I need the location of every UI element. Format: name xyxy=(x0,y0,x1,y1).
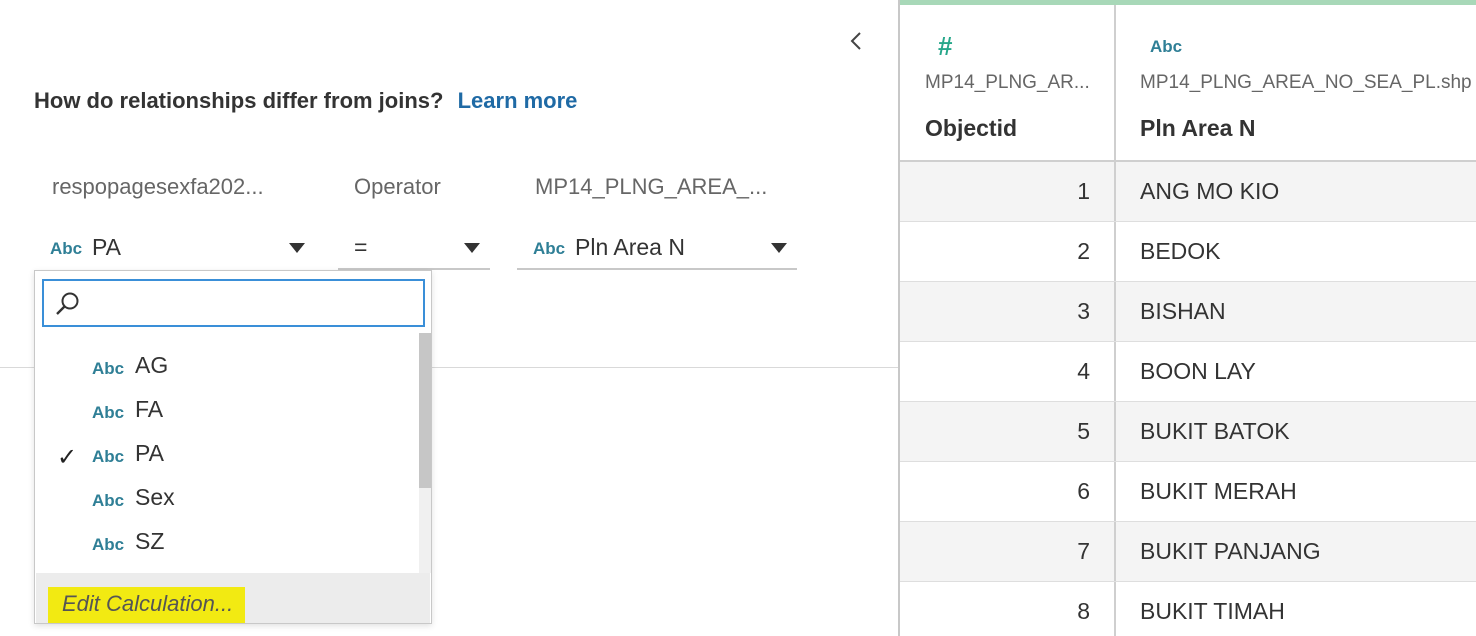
field-item-ag[interactable]: Abc AG xyxy=(35,345,420,389)
data-grid: # MP14_PLNG_AR... Objectid Abc MP14_PLNG… xyxy=(898,0,1476,636)
left-table-header: respopagesexfa202... xyxy=(52,174,264,199)
objectid-cell: 4 xyxy=(1077,358,1090,384)
edit-calculation-button[interactable]: Edit Calculation... xyxy=(48,587,246,623)
field-item-label: FA xyxy=(135,396,164,422)
left-field-value: PA xyxy=(92,234,121,260)
field-item-label: SZ xyxy=(135,528,165,554)
column-field-name: Objectid xyxy=(925,115,1018,141)
caret-down-icon xyxy=(771,243,787,253)
pln-area-cell: BEDOK xyxy=(1140,238,1221,264)
field-item-label: AG xyxy=(135,352,169,378)
right-field-value: Pln Area N xyxy=(575,234,685,260)
string-type-icon: Abc xyxy=(50,239,83,258)
objectid-cell: 2 xyxy=(1077,238,1090,264)
pln-area-cell: BUKIT BATOK xyxy=(1140,418,1290,444)
column-field-name: Pln Area N xyxy=(1140,115,1256,141)
objectid-cell: 5 xyxy=(1077,418,1090,444)
learn-more-link[interactable]: Learn more xyxy=(458,88,578,113)
chevron-left-icon xyxy=(850,32,861,50)
string-type-icon: Abc xyxy=(92,359,125,378)
right-table-header: MP14_PLNG_AREA_... xyxy=(535,174,768,199)
field-dropdown: Abc AG Abc FA ✓ Abc PA Abc Sex Abc SZ Ed… xyxy=(34,270,432,624)
string-type-icon: Abc xyxy=(533,239,566,258)
table-row: 8 BUKIT TIMAH xyxy=(900,582,1476,636)
caret-down-icon xyxy=(464,243,480,253)
column-source: MP14_PLNG_AR... xyxy=(925,72,1090,93)
grid-header: # MP14_PLNG_AR... Objectid Abc MP14_PLNG… xyxy=(900,5,1476,162)
caret-down-icon xyxy=(289,243,305,253)
grid-rows: 1 ANG MO KIO 2 BEDOK 3 BISHAN 4 BOON LAY… xyxy=(900,162,1476,636)
dropdown-scrollbar-thumb[interactable] xyxy=(419,333,431,488)
field-list: Abc AG Abc FA ✓ Abc PA Abc Sex Abc SZ xyxy=(35,345,420,565)
string-type-icon: Abc xyxy=(92,535,125,554)
objectid-cell: 3 xyxy=(1077,298,1090,324)
pln-area-cell: BUKIT TIMAH xyxy=(1140,598,1285,624)
edit-calculation-row: Edit Calculation... xyxy=(36,573,430,623)
collapse-panel-button[interactable] xyxy=(846,28,868,54)
objectid-cell: 8 xyxy=(1077,598,1090,624)
field-item-sz[interactable]: Abc SZ xyxy=(35,521,420,565)
pln-area-cell: BUKIT MERAH xyxy=(1140,478,1297,504)
operator-select[interactable]: = xyxy=(338,228,490,270)
field-item-pa[interactable]: ✓ Abc PA xyxy=(35,433,420,477)
field-item-label: Sex xyxy=(135,484,175,510)
pln-area-cell: ANG MO KIO xyxy=(1140,178,1280,204)
checkmark-icon: ✓ xyxy=(57,444,78,471)
field-item-label: PA xyxy=(135,440,164,466)
table-row: 1 ANG MO KIO xyxy=(900,162,1476,222)
string-type-icon: Abc xyxy=(1150,37,1183,56)
table-row: 7 BUKIT PANJANG xyxy=(900,522,1476,582)
pln-area-cell: BOON LAY xyxy=(1140,358,1256,384)
pln-area-cell: BUKIT PANJANG xyxy=(1140,538,1321,564)
operator-value: = xyxy=(354,234,368,260)
field-search-box[interactable] xyxy=(42,279,425,327)
objectid-cell: 1 xyxy=(1077,178,1090,204)
table-row: 4 BOON LAY xyxy=(900,342,1476,402)
table-row: 6 BUKIT MERAH xyxy=(900,462,1476,522)
operator-header: Operator xyxy=(354,174,441,199)
pln-area-cell: BISHAN xyxy=(1140,298,1226,324)
search-icon xyxy=(56,292,79,315)
table-row: 2 BEDOK xyxy=(900,222,1476,282)
column-header-pln-area-n[interactable]: Abc MP14_PLNG_AREA_NO_SEA_PL.shp Pln Are… xyxy=(1116,5,1476,162)
string-type-icon: Abc xyxy=(92,447,125,466)
left-field-select[interactable]: Abc PA xyxy=(34,228,322,270)
help-question: How do relationships differ from joins? xyxy=(34,88,444,113)
string-type-icon: Abc xyxy=(92,491,125,510)
relationship-help: How do relationships differ from joins? … xyxy=(34,88,577,114)
field-item-fa[interactable]: Abc FA xyxy=(35,389,420,433)
objectid-cell: 6 xyxy=(1077,478,1090,504)
number-type-icon: # xyxy=(938,31,953,61)
field-search-input[interactable] xyxy=(88,287,408,319)
field-item-sex[interactable]: Abc Sex xyxy=(35,477,420,521)
string-type-icon: Abc xyxy=(92,403,125,422)
relationship-panel: How do relationships differ from joins? … xyxy=(0,0,898,636)
table-row: 5 BUKIT BATOK xyxy=(900,402,1476,462)
objectid-cell: 7 xyxy=(1077,538,1090,564)
table-row: 3 BISHAN xyxy=(900,282,1476,342)
right-field-select[interactable]: Abc Pln Area N xyxy=(517,228,797,270)
column-header-objectid[interactable]: # MP14_PLNG_AR... Objectid xyxy=(900,5,1116,162)
column-source: MP14_PLNG_AREA_NO_SEA_PL.shp xyxy=(1140,72,1472,93)
